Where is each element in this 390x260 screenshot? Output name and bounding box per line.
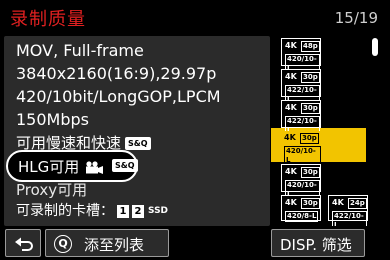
- format-resolution: 4K: [285, 72, 297, 81]
- format-codec: 420/8-L: [285, 211, 319, 222]
- format-item[interactable]: 4K 30p 420/10-I: [281, 164, 321, 200]
- format-resolution: 4K: [285, 41, 297, 50]
- format-resolution: 4K: [285, 167, 297, 176]
- card-slot-1-icon: 1: [117, 205, 129, 218]
- format-framerate: 30p: [301, 72, 320, 83]
- format-resolution: 4K: [285, 103, 297, 112]
- detail-bitrate: 150Mbps: [16, 110, 89, 129]
- ssd-icon: SSD: [148, 206, 169, 216]
- format-item[interactable]: 4K 48p 420/10-L: [281, 38, 321, 74]
- detail-codec: 420/10bit/LongGOP,LPCM: [16, 87, 221, 106]
- scrollbar-thumb[interactable]: [372, 38, 378, 56]
- format-framerate: 48p: [301, 41, 320, 52]
- format-resolution: 4K: [332, 198, 344, 207]
- return-arrow-icon: [14, 236, 34, 256]
- q-button-icon: Q: [54, 235, 72, 253]
- add-to-list-label: 添至列表: [84, 236, 145, 254]
- format-framerate: 30p: [301, 198, 320, 209]
- movie-camera-icon: [84, 159, 104, 178]
- format-item[interactable]: 4K 30p 422/10-I: [281, 69, 321, 105]
- page-indicator: 15/19: [334, 9, 378, 27]
- detail-card-slots: 可录制的卡槽： 1 2 SSD: [16, 200, 168, 220]
- back-button[interactable]: [5, 229, 41, 257]
- format-framerate: 30p: [301, 167, 320, 178]
- hlg-available-text: HLG可用: [18, 158, 80, 176]
- format-codec: 420/10-L: [284, 146, 321, 166]
- screen: 录制质量 15/19 MOV, Full-frame 3840x2160(16:…: [0, 0, 390, 260]
- bottom-bar: Q 添至列表 DISP. 筛选: [0, 226, 390, 260]
- detail-proxy: Proxy可用: [16, 181, 88, 199]
- format-framerate: 30p: [300, 133, 319, 144]
- detail-resolution: 3840x2160(16:9),29.97p: [16, 64, 217, 83]
- disp-filter-label: DISP. 筛选: [280, 236, 352, 254]
- card-slots-label: 可录制的卡槽：: [16, 203, 114, 219]
- sq-icon: S&Q: [112, 159, 138, 172]
- detail-container: MOV, Full-frame: [16, 41, 144, 60]
- disp-filter-button[interactable]: DISP. 筛选: [271, 229, 365, 257]
- format-item[interactable]: 4K 24p 422/10-I: [328, 195, 368, 231]
- format-framerate: 30p: [301, 103, 320, 114]
- format-resolution: 4K: [284, 133, 296, 142]
- scrollbar-track[interactable]: [372, 38, 378, 223]
- format-framerate: 24p: [348, 198, 367, 209]
- card-slot-2-icon: 2: [132, 205, 144, 218]
- add-to-list-button[interactable]: Q 添至列表: [45, 229, 169, 257]
- format-item-selected[interactable]: 4K 30p 420/10-L: [281, 131, 321, 166]
- sq-icon: S&Q: [125, 137, 151, 150]
- format-item[interactable]: 4K 30p 420/8-L: [281, 195, 321, 222]
- hlg-available-highlight: HLG可用 S&Q: [6, 150, 138, 182]
- format-resolution: 4K: [285, 198, 297, 207]
- page-title: 录制质量: [10, 9, 86, 30]
- format-item[interactable]: 4K 30p 422/10-L: [281, 100, 321, 136]
- format-details-panel: MOV, Full-frame 3840x2160(16:9),29.97p 4…: [4, 36, 270, 226]
